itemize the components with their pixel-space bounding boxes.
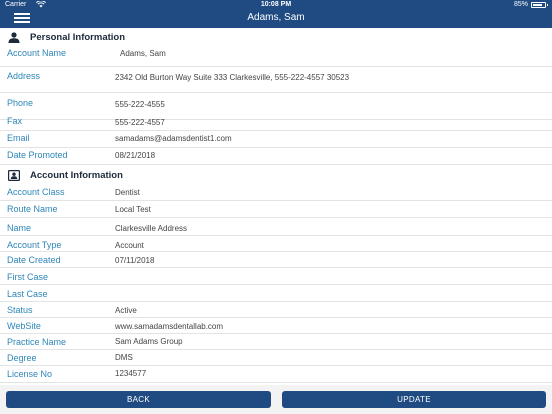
row-label: Phone — [7, 98, 34, 108]
battery-percent: 85% — [513, 1, 528, 8]
row-label: Status — [7, 305, 33, 315]
row-label: WebSite — [7, 321, 41, 331]
personal-info-header: Personal Information — [0, 30, 552, 46]
status-bar: Carrier 10:08 PM 85% — [0, 0, 552, 9]
personal-info-title: Personal Information — [30, 32, 126, 43]
detail-row-practice-name: Practice Name Sam Adams Group — [0, 334, 552, 350]
row-label: License No — [7, 369, 53, 379]
detail-row-route-name: Route Name Local Test — [0, 201, 552, 218]
row-value: DMS — [115, 353, 133, 362]
row-label: Address — [7, 71, 41, 81]
row-label: Account Class — [7, 187, 65, 197]
detail-row-fax: Fax 555-222-4557 — [0, 116, 552, 131]
detail-row-website: WebSite www.samadamsdentallab.com — [0, 318, 552, 334]
row-value: samadams@adamsdentist1.com — [115, 134, 232, 143]
row-label: Last Case — [7, 289, 48, 299]
detail-row-date-promoted: Date Promoted 08/21/2018 — [0, 148, 552, 165]
row-label: Fax — [7, 116, 23, 126]
row-label: Email — [7, 133, 30, 143]
row-label: Practice Name — [7, 337, 67, 347]
status-time: 10:08 PM — [260, 1, 292, 8]
detail-row-account-name: Account Name Adams, Sam — [0, 45, 552, 67]
page-title: Adams, Sam — [247, 12, 305, 23]
row-value: 2342 Old Burton Way Suite 333 Clarkesvil… — [115, 73, 350, 82]
row-label: Route Name — [7, 204, 58, 214]
detail-row-phone: Phone 555-222-4555 — [0, 93, 552, 120]
person-icon — [8, 32, 20, 43]
detail-row-account-type: Account Type Account — [0, 236, 552, 252]
row-value: Clarkesville Address — [115, 224, 188, 233]
back-button[interactable]: BACK — [6, 391, 271, 408]
detail-row-email: Email samadams@adamsdentist1.com — [0, 131, 552, 148]
account-info-header: Account Information — [0, 168, 552, 184]
account-detail-list[interactable]: Personal Information Account Name Adams,… — [0, 28, 552, 385]
account-info-title: Account Information — [30, 170, 123, 181]
detail-row-license-no: License No 1234577 — [0, 366, 552, 383]
detail-row-status: Status Active — [0, 302, 552, 318]
row-value: Active — [115, 306, 137, 315]
row-value: www.samadamsdentallab.com — [115, 322, 224, 331]
contact-card-icon — [8, 170, 20, 181]
row-value: Dentist — [115, 188, 140, 197]
detail-row-degree: Degree DMS — [0, 350, 552, 366]
row-value: Sam Adams Group — [115, 337, 183, 346]
detail-row-address: Address 2342 Old Burton Way Suite 333 Cl… — [0, 67, 552, 93]
battery-fill — [533, 4, 543, 6]
row-value: Adams, Sam — [120, 49, 166, 58]
detail-row-account-class: Account Class Dentist — [0, 184, 552, 201]
update-button[interactable]: UPDATE — [282, 391, 546, 408]
row-label: Degree — [7, 353, 37, 363]
row-label: Name — [7, 223, 32, 233]
row-label: Date Promoted — [7, 150, 68, 160]
row-value: 555-222-4555 — [115, 100, 165, 109]
battery-icon — [531, 2, 548, 8]
detail-row-name: Name Clarkesville Address — [0, 218, 552, 236]
detail-row-last-case: Last Case — [0, 285, 552, 302]
row-value: 08/21/2018 — [115, 151, 156, 160]
row-label: Account Type — [7, 240, 62, 250]
row-value: 07/11/2018 — [115, 256, 155, 265]
row-value: Account — [115, 241, 144, 250]
detail-row-first-case: First Case — [0, 268, 552, 285]
nav-bar: Adams, Sam — [0, 9, 552, 28]
bottom-action-bar: BACK UPDATE — [0, 385, 552, 414]
row-label: Account Name — [7, 48, 67, 58]
row-value: Local Test — [115, 205, 151, 214]
row-value: 1234577 — [115, 369, 147, 378]
detail-row-date-created: Date Created 07/11/2018 — [0, 252, 552, 268]
row-label: First Case — [7, 272, 49, 282]
row-label: Date Created — [7, 255, 61, 265]
row-value: 555-222-4557 — [115, 118, 165, 127]
